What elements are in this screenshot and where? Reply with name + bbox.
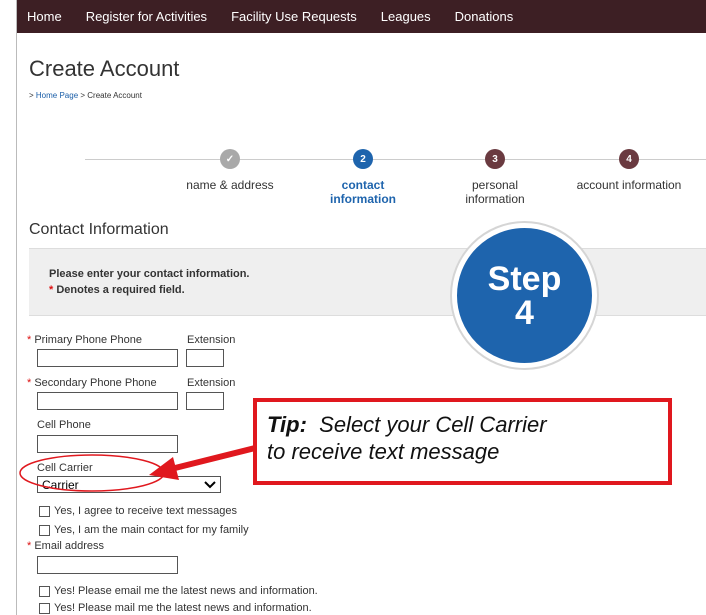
breadcrumb-home-link[interactable]: Home Page xyxy=(36,91,78,100)
email-news-option[interactable]: Yes! Please email me the latest news and… xyxy=(39,585,318,597)
main-contact-checkbox[interactable] xyxy=(39,524,50,536)
step-badge-number: 4 xyxy=(515,293,534,332)
browser-page: Home Register for Activities Facility Us… xyxy=(16,0,706,615)
email-input[interactable] xyxy=(37,556,178,574)
agree-text-checkbox[interactable] xyxy=(39,505,50,517)
nav-register-activities[interactable]: Register for Activities xyxy=(86,9,207,24)
primary-extension-input[interactable] xyxy=(186,349,224,367)
email-label: * Email address xyxy=(27,540,104,552)
top-nav: Home Register for Activities Facility Us… xyxy=(17,0,706,33)
secondary-phone-label-text: Secondary Phone Phone xyxy=(34,377,157,389)
secondary-phone-label: * Secondary Phone Phone xyxy=(27,377,157,389)
step-3-label: personal information xyxy=(465,178,525,206)
secondary-extension-label: Extension xyxy=(187,377,236,389)
step-2-label: contact information xyxy=(330,178,396,206)
info-line-1: Please enter your contact information. xyxy=(49,268,250,280)
info-line-2-text: Denotes a required field. xyxy=(53,284,185,296)
agree-text-option[interactable]: Yes, I agree to receive text messages xyxy=(39,505,237,517)
breadcrumb-current: Create Account xyxy=(87,91,142,100)
section-title: Contact Information xyxy=(29,221,169,238)
step-badge: Step 4 xyxy=(452,223,597,368)
required-marker: * xyxy=(27,540,32,552)
step-2-marker: 2 xyxy=(353,149,373,169)
email-news-checkbox[interactable] xyxy=(39,585,50,597)
required-marker: * xyxy=(27,334,32,346)
nav-donations[interactable]: Donations xyxy=(455,9,514,24)
tip-line-2: to receive text message xyxy=(267,439,500,464)
email-label-text: Email address xyxy=(34,540,105,552)
tip-callout: Tip: Select your Cell Carrier to receive… xyxy=(253,398,672,485)
nav-home[interactable]: Home xyxy=(27,9,62,24)
secondary-extension-input[interactable] xyxy=(186,392,224,410)
tip-line-1: Tip: Select your Cell Carrier xyxy=(267,411,668,438)
breadcrumb-prefix: > xyxy=(29,91,36,100)
arrow-icon xyxy=(149,445,256,480)
cell-phone-label: Cell Phone xyxy=(37,419,91,431)
stepper-track xyxy=(85,159,706,160)
nav-facility-use-requests[interactable]: Facility Use Requests xyxy=(231,9,357,24)
secondary-phone-input[interactable] xyxy=(37,392,178,410)
breadcrumb-separator: > xyxy=(78,91,88,100)
primary-phone-input[interactable] xyxy=(37,349,178,367)
primary-extension-label: Extension xyxy=(187,334,236,346)
step-3-marker: 3 xyxy=(485,149,505,169)
email-news-label: Yes! Please email me the latest news and… xyxy=(54,585,318,597)
page-title: Create Account xyxy=(29,56,180,81)
step-4-label: account information xyxy=(576,178,682,192)
primary-phone-label: * Primary Phone Phone xyxy=(27,334,142,346)
tip-label: Tip: xyxy=(267,412,307,437)
agree-text-label: Yes, I agree to receive text messages xyxy=(54,505,238,517)
mail-news-checkbox[interactable] xyxy=(39,602,50,614)
tip-line-1-text: Select your Cell Carrier xyxy=(306,412,547,437)
main-contact-label: Yes, I am the main contact for my family xyxy=(54,524,249,536)
info-box: Please enter your contact information. *… xyxy=(29,248,706,316)
primary-phone-label-text: Primary Phone Phone xyxy=(34,334,142,346)
mail-news-option[interactable]: Yes! Please mail me the latest news and … xyxy=(39,602,312,614)
info-line-2: * Denotes a required field. xyxy=(49,284,185,296)
step-4-marker: 4 xyxy=(619,149,639,169)
step-1-label: name & address xyxy=(186,178,274,192)
main-contact-option[interactable]: Yes, I am the main contact for my family xyxy=(39,524,249,536)
mail-news-label: Yes! Please mail me the latest news and … xyxy=(54,602,312,614)
nav-leagues[interactable]: Leagues xyxy=(381,9,431,24)
required-marker: * xyxy=(27,377,32,389)
step-1-check-icon: ✓ xyxy=(220,149,240,169)
step-badge-word: Step xyxy=(487,259,562,298)
breadcrumb: > Home Page > Create Account xyxy=(29,91,142,100)
